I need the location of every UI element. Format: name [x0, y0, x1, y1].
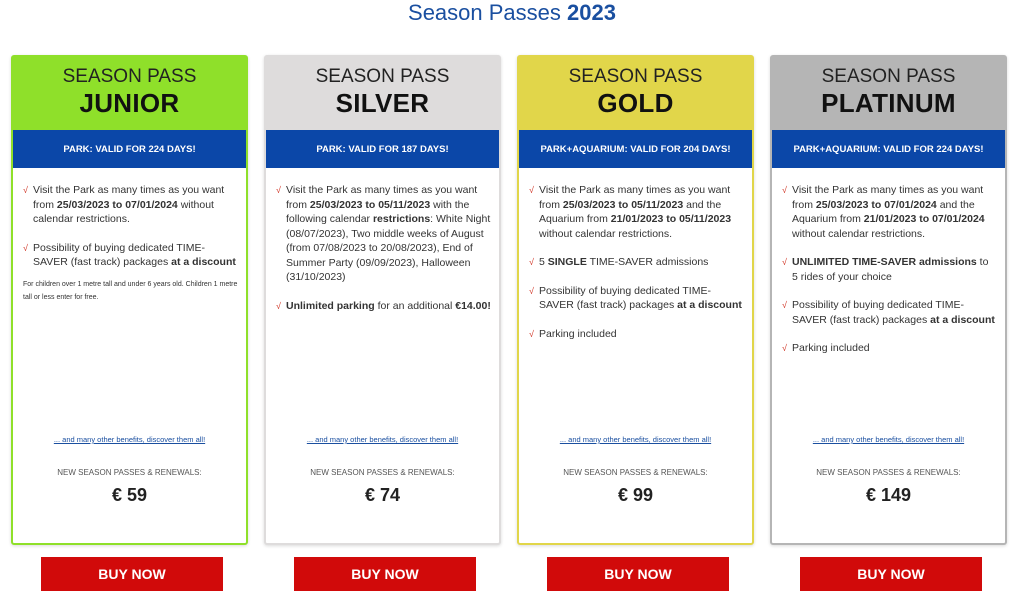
- feature-item: √ Visit the Park as many times as you wan…: [23, 183, 238, 227]
- feature-text: Parking included: [539, 327, 617, 340]
- check-icon: √: [529, 257, 534, 267]
- feature-list: √ Visit the Park as many times as you wan…: [13, 168, 246, 270]
- validity-bar: PARK: VALID FOR 224 DAYS!: [13, 130, 246, 168]
- card-junior: SEASON PASS JUNIOR PARK: VALID FOR 224 D…: [11, 55, 248, 545]
- benefits-link[interactable]: ... and many other benefits, discover th…: [772, 435, 1005, 444]
- feature-bold: €14.00!: [455, 299, 491, 312]
- price: € 59: [111, 485, 148, 505]
- check-icon: √: [276, 185, 281, 195]
- feature-bold: UNLIMITED TIME-SAVER admissions: [792, 256, 977, 268]
- card-header: SEASON PASS SILVER: [266, 57, 499, 130]
- new-passes-label: NEW SEASON PASSES & RENEWALS:: [57, 468, 202, 477]
- check-icon: √: [782, 185, 787, 195]
- feature-item: √ Parking included: [529, 327, 744, 342]
- new-passes-label: NEW SEASON PASSES & RENEWALS:: [563, 468, 708, 477]
- feature-bold: at a discount: [677, 299, 742, 311]
- feature-bold: SINGLE: [547, 256, 587, 268]
- feature-bold: 25/03/2023 to 05/11/2023: [309, 198, 431, 211]
- price: € 99: [617, 485, 654, 505]
- feature-list: √ Visit the Park as many times as you wan…: [266, 168, 499, 313]
- pass-name: GOLD: [597, 88, 674, 118]
- pass-name: PLATINUM: [821, 88, 956, 118]
- feature-text: for an additional: [374, 299, 456, 312]
- feature-item: √ Visit the Park as many times as you wan…: [782, 183, 997, 241]
- feature-item: √ Visit the Park as many times as you wan…: [529, 183, 744, 241]
- check-icon: √: [782, 300, 787, 310]
- card-silver: SEASON PASS SILVER PARK: VALID FOR 187 D…: [264, 55, 501, 545]
- feature-bold: 25/03/2023 to 05/11/2023: [562, 198, 684, 211]
- feature-bold: restrictions: [372, 213, 431, 225]
- benefits-link[interactable]: ... and many other benefits, discover th…: [519, 435, 752, 444]
- buy-now-button-silver[interactable]: BUY NOW: [294, 557, 476, 591]
- validity-bar: PARK+AQUARIUM: VALID FOR 224 DAYS!: [772, 130, 1005, 168]
- feature-item: √ UNLIMITED TIME-SAVER admissions to 5 ri…: [782, 255, 997, 284]
- feature-bold: at a discount: [171, 256, 236, 268]
- page-title: Season Passes 2023: [0, 0, 1024, 26]
- pass-name: JUNIOR: [79, 88, 180, 118]
- card-header: SEASON PASS GOLD: [519, 57, 752, 130]
- card-gold: SEASON PASS GOLD PARK+AQUARIUM: VALID FO…: [517, 55, 754, 545]
- feature-list: √ Visit the Park as many times as you wan…: [772, 168, 1005, 356]
- check-icon: √: [23, 242, 28, 253]
- page-title-year: 2023: [567, 0, 616, 25]
- validity-bar: PARK+AQUARIUM: VALID FOR 204 DAYS!: [519, 130, 752, 168]
- check-icon: √: [782, 343, 787, 353]
- check-icon: √: [276, 300, 281, 311]
- price: € 149: [865, 485, 912, 505]
- pass-name: SILVER: [335, 88, 430, 118]
- feature-bold: 25/03/2023 to 07/01/2024: [815, 198, 937, 211]
- check-icon: √: [782, 257, 787, 267]
- benefits-link[interactable]: ... and many other benefits, discover th…: [13, 435, 246, 444]
- pass-line: SEASON PASS: [62, 66, 197, 87]
- feature-text: without calendar restrictions.: [792, 227, 926, 240]
- check-icon: √: [529, 285, 534, 296]
- page-title-text: Season Passes: [408, 0, 561, 25]
- buy-now-button-platinum[interactable]: BUY NOW: [800, 557, 982, 591]
- new-passes-label: NEW SEASON PASSES & RENEWALS:: [816, 468, 961, 477]
- feature-item: √ Visit the Park as many times as you wan…: [276, 183, 491, 285]
- feature-text: Parking included: [792, 342, 870, 354]
- feature-text: without calendar restrictions.: [539, 227, 673, 240]
- feature-item: √ Parking included: [782, 341, 997, 356]
- card-header: SEASON PASS PLATINUM: [772, 57, 1005, 130]
- feature-item: √ Unlimited parking for an additional €14…: [276, 299, 491, 314]
- pass-line: SEASON PASS: [315, 66, 450, 87]
- check-icon: √: [23, 185, 28, 195]
- check-icon: √: [529, 185, 534, 195]
- feature-bold: Unlimited parking: [286, 299, 375, 312]
- feature-item: √ Possibility of buying dedicated TIME-SA…: [23, 241, 238, 270]
- feature-text: TIME-SAVER admissions: [586, 256, 709, 268]
- buy-now-button-gold[interactable]: BUY NOW: [547, 557, 729, 591]
- pass-line: SEASON PASS: [821, 66, 956, 87]
- new-passes-label: NEW SEASON PASSES & RENEWALS:: [310, 468, 455, 477]
- feature-item: √ Possibility of buying dedicated TIME-SA…: [529, 284, 744, 313]
- check-icon: √: [529, 328, 534, 339]
- buy-now-button-junior[interactable]: BUY NOW: [41, 557, 223, 591]
- children-note: For children over 1 metre tall and under…: [23, 280, 238, 301]
- pass-line: SEASON PASS: [568, 66, 703, 87]
- validity-bar: PARK: VALID FOR 187 DAYS!: [266, 130, 499, 168]
- feature-bold: 21/01/2023 to 07/01/2024: [863, 213, 985, 225]
- card-platinum: SEASON PASS PLATINUM PARK+AQUARIUM: VALI…: [770, 55, 1007, 545]
- feature-text: 5: [539, 256, 548, 268]
- card-header: SEASON PASS JUNIOR: [13, 57, 246, 130]
- price: € 74: [364, 485, 401, 505]
- feature-list: √ Visit the Park as many times as you wan…: [519, 168, 752, 341]
- feature-item: √ 5 SINGLE TIME-SAVER admissions: [529, 255, 744, 270]
- feature-bold: 21/01/2023 to 05/11/2023: [610, 213, 732, 225]
- feature-bold: at a discount: [930, 313, 995, 326]
- feature-item: √ Possibility of buying dedicated TIME-SA…: [782, 298, 997, 327]
- benefits-link[interactable]: ... and many other benefits, discover th…: [266, 435, 499, 444]
- feature-bold: 25/03/2023 to 07/01/2024: [56, 198, 178, 211]
